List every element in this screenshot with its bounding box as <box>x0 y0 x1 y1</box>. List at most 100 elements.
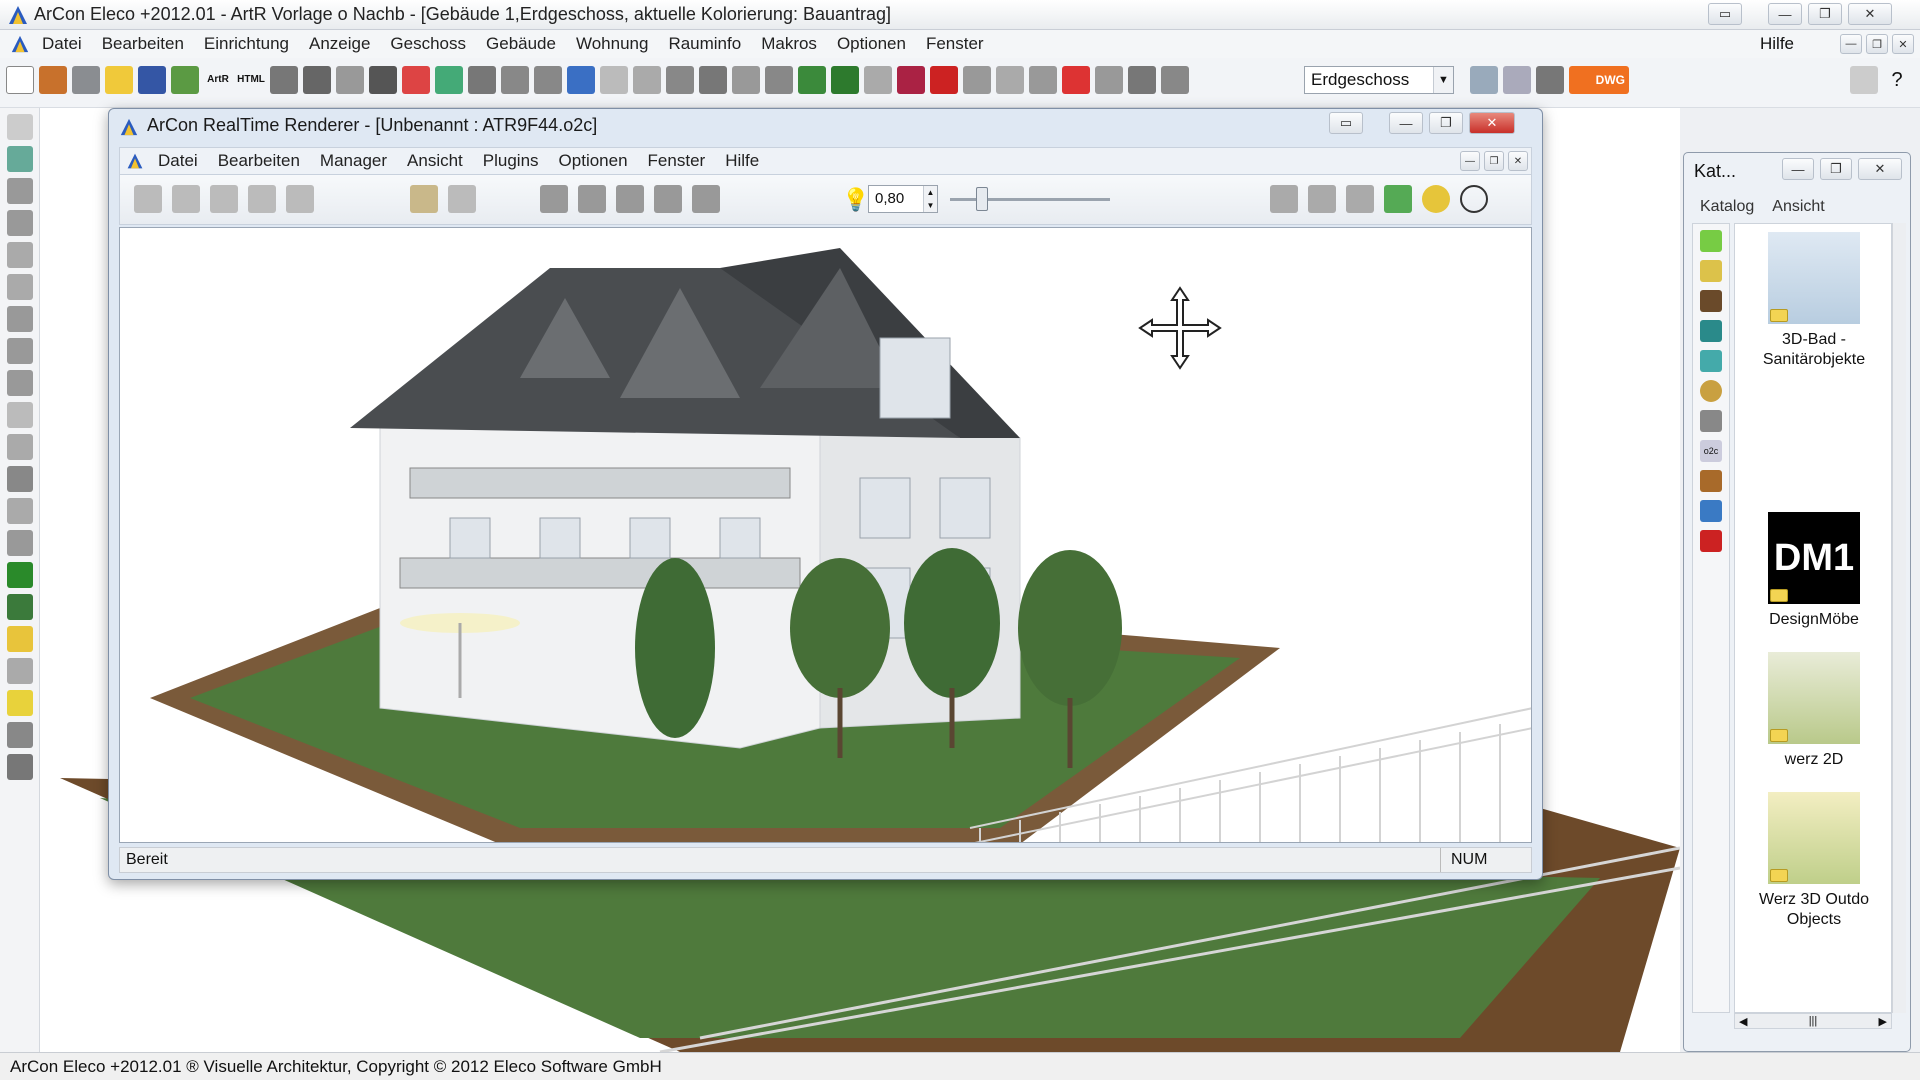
menu-anzeige[interactable]: Anzeige <box>299 30 380 58</box>
renderer-menu-ansicht[interactable]: Ansicht <box>397 147 473 175</box>
renderer-menu-manager[interactable]: Manager <box>310 147 397 175</box>
renderer-menu-hilfe[interactable]: Hilfe <box>715 147 769 175</box>
orbit-icon[interactable] <box>210 185 238 213</box>
menu-optionen[interactable]: Optionen <box>827 30 916 58</box>
target-icon[interactable] <box>1460 185 1488 213</box>
renderer-doc-restore[interactable]: ❐ <box>1484 151 1504 171</box>
dimension-icon[interactable] <box>1029 66 1057 94</box>
menu-datei[interactable]: Datei <box>32 30 92 58</box>
camera-down-icon[interactable] <box>654 185 682 213</box>
person-add-icon[interactable] <box>540 185 568 213</box>
tools-icon[interactable] <box>1161 66 1189 94</box>
doc-restore-button[interactable]: ❐ <box>1866 34 1888 54</box>
o2c-icon[interactable] <box>7 658 33 684</box>
align-icon[interactable] <box>7 434 33 460</box>
menu-geschoss[interactable]: Geschoss <box>380 30 476 58</box>
tablet-mode-button[interactable]: ▭ <box>1708 3 1742 25</box>
move-hand-icon[interactable] <box>134 185 162 213</box>
window-grid-icon[interactable] <box>468 66 496 94</box>
rotate-icon[interactable] <box>7 402 33 428</box>
menu-makros[interactable]: Makros <box>751 30 827 58</box>
fly-mode-icon[interactable] <box>448 185 476 213</box>
stepper-arrows-icon[interactable]: ▲ ▼ <box>923 186 937 212</box>
renderer-menu-optionen[interactable]: Optionen <box>549 147 638 175</box>
render-settings-icon[interactable] <box>1308 185 1336 213</box>
category-lights-icon[interactable] <box>1700 380 1722 402</box>
close-button[interactable]: ✕ <box>1848 3 1892 25</box>
zoom-tool-icon[interactable] <box>248 185 276 213</box>
camera-up-icon[interactable] <box>616 185 644 213</box>
select-arrow-icon[interactable] <box>7 114 33 140</box>
switch-mode-icon[interactable] <box>435 66 463 94</box>
menu-fenster[interactable]: Fenster <box>916 30 994 58</box>
note-icon[interactable] <box>7 626 33 652</box>
wall-tool-icon[interactable] <box>7 306 33 332</box>
text-icon[interactable] <box>7 466 33 492</box>
bucket-icon[interactable] <box>7 594 33 620</box>
renderer-menu-plugins[interactable]: Plugins <box>473 147 549 175</box>
camera-icon[interactable] <box>303 66 331 94</box>
template-icon[interactable] <box>72 66 100 94</box>
walkthrough-icon[interactable] <box>1503 66 1531 94</box>
category-tiles-icon[interactable] <box>1700 260 1722 282</box>
category-furniture-icon[interactable] <box>1700 470 1722 492</box>
menu-hilfe[interactable]: Hilfe <box>1760 30 1794 58</box>
renderer-minimize-button[interactable]: — <box>1389 112 1423 134</box>
save-icon[interactable] <box>138 66 166 94</box>
join-icon[interactable] <box>7 370 33 396</box>
tab-ansicht[interactable]: Ansicht <box>1764 195 1832 219</box>
category-o2c-icon[interactable]: o2c <box>1700 440 1722 462</box>
artr-export-icon[interactable]: ArtR <box>204 66 232 94</box>
settings-tool-icon[interactable] <box>7 754 33 780</box>
renderer-doc-minimize[interactable]: — <box>1460 151 1480 171</box>
hatch-icon[interactable] <box>864 66 892 94</box>
wall-icon[interactable] <box>699 66 727 94</box>
floorplan-icon[interactable] <box>369 66 397 94</box>
slider-thumb[interactable] <box>976 187 988 211</box>
menu-rauminfo[interactable]: Rauminfo <box>658 30 751 58</box>
minimize-button[interactable]: — <box>1768 3 1802 25</box>
room-icon[interactable] <box>7 146 33 172</box>
object-icon[interactable] <box>7 210 33 236</box>
door-open-icon[interactable] <box>1346 185 1374 213</box>
renderer-menu-bearbeiten[interactable]: Bearbeiten <box>208 147 310 175</box>
doc-close-button[interactable]: ✕ <box>1892 34 1914 54</box>
catalog-restore-button[interactable]: ❐ <box>1820 158 1852 180</box>
renderer-menu-datei[interactable]: Datei <box>148 147 208 175</box>
catalog-horizontal-scrollbar[interactable]: ◀ ||| ▶ <box>1734 1013 1892 1029</box>
zoom-fit-icon[interactable] <box>600 66 628 94</box>
renderer-tablet-button[interactable]: ▭ <box>1329 112 1363 134</box>
catalog-minimize-button[interactable]: — <box>1782 158 1814 180</box>
catalog-icon[interactable] <box>1470 66 1498 94</box>
doc-minimize-button[interactable]: — <box>1840 34 1862 54</box>
person-remove-icon[interactable] <box>578 185 606 213</box>
fullscreen-icon[interactable] <box>1270 185 1298 213</box>
menu-wohnung[interactable]: Wohnung <box>566 30 658 58</box>
house-wizard-icon[interactable] <box>39 66 67 94</box>
door-icon[interactable] <box>897 66 925 94</box>
terrain-icon[interactable] <box>798 66 826 94</box>
roof-icon[interactable] <box>732 66 760 94</box>
render-icon[interactable] <box>1536 66 1564 94</box>
category-html-icon[interactable] <box>1700 410 1722 432</box>
sun-setup-icon[interactable] <box>1422 185 1450 213</box>
category-plants-icon[interactable] <box>1700 230 1722 252</box>
category-doors-icon[interactable] <box>1700 290 1722 312</box>
renderer-menu-fenster[interactable]: Fenster <box>638 147 716 175</box>
catalog-item-bad[interactable]: 3D-Bad - Sanitärobjekte <box>1735 232 1891 370</box>
cross-icon[interactable] <box>7 274 33 300</box>
scroll-left-icon[interactable]: ◀ <box>1739 1015 1747 1028</box>
scroll-thumb-icon[interactable]: ||| <box>1809 1015 1818 1027</box>
html-export-icon[interactable]: HTML <box>237 66 265 94</box>
category-textures-icon[interactable] <box>1700 320 1722 342</box>
renderer-doc-close[interactable]: ✕ <box>1508 151 1528 171</box>
block-icon[interactable] <box>1128 66 1156 94</box>
new-file-icon[interactable] <box>6 66 34 94</box>
category-materials-icon[interactable] <box>1700 350 1722 372</box>
print-icon[interactable] <box>270 66 298 94</box>
camera-reset-icon[interactable] <box>692 185 720 213</box>
undo-icon[interactable] <box>501 66 529 94</box>
measure-icon[interactable] <box>633 66 661 94</box>
pen-icon[interactable] <box>7 562 33 588</box>
split-icon[interactable] <box>7 338 33 364</box>
